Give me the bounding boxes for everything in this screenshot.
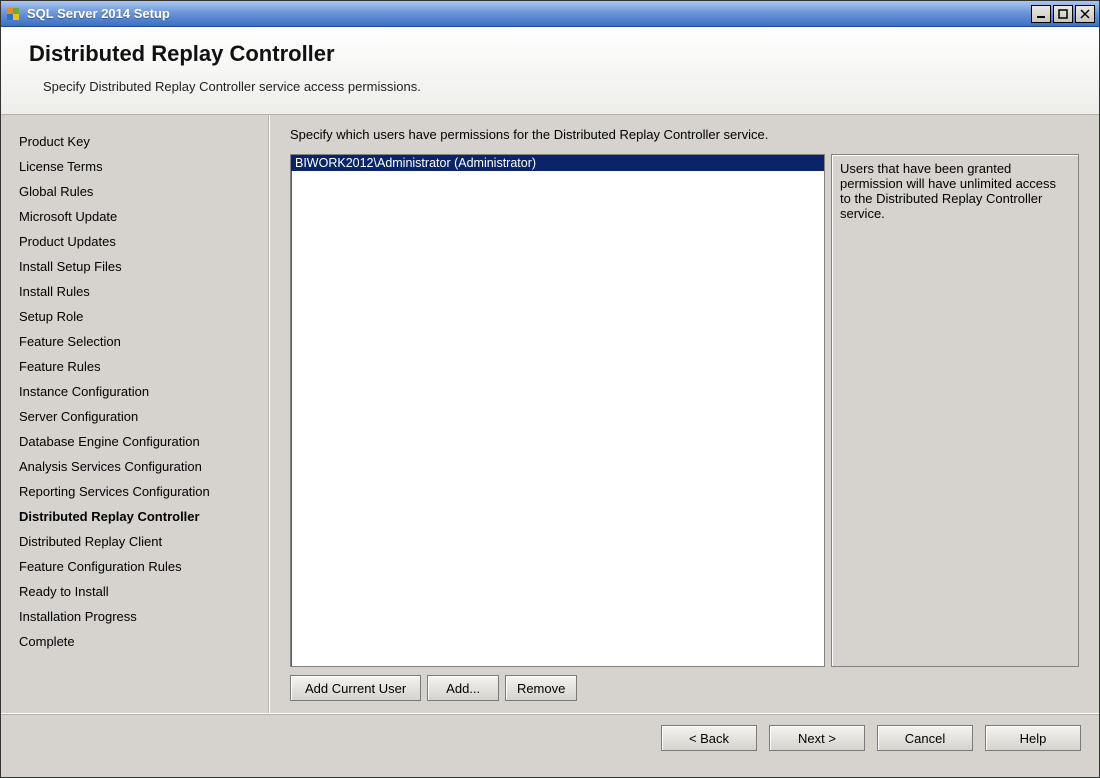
window-titlebar: SQL Server 2014 Setup: [1, 1, 1099, 27]
sidebar-item[interactable]: Feature Selection: [19, 329, 265, 354]
next-button[interactable]: Next >: [769, 725, 865, 751]
window-title: SQL Server 2014 Setup: [27, 6, 1031, 21]
app-icon: [5, 6, 21, 22]
sidebar-item[interactable]: Product Updates: [19, 229, 265, 254]
sidebar-item[interactable]: Distributed Replay Client: [19, 529, 265, 554]
wizard-footer: < Back Next > Cancel Help: [1, 715, 1099, 761]
body-region: Product Key License Terms Global Rules M…: [1, 115, 1099, 713]
sidebar-item[interactable]: Ready to Install: [19, 579, 265, 604]
main-pane: Specify which users have permissions for…: [270, 115, 1099, 713]
sidebar-item[interactable]: Microsoft Update: [19, 204, 265, 229]
add-button[interactable]: Add...: [427, 675, 499, 701]
sidebar-item[interactable]: Install Setup Files: [19, 254, 265, 279]
sidebar-item[interactable]: Feature Rules: [19, 354, 265, 379]
sidebar-item[interactable]: Database Engine Configuration: [19, 429, 265, 454]
permissions-row: BIWORK2012\Administrator (Administrator)…: [290, 154, 1079, 667]
sidebar-item[interactable]: Install Rules: [19, 279, 265, 304]
close-button[interactable]: [1075, 5, 1095, 23]
page-header: Distributed Replay Controller Specify Di…: [1, 27, 1099, 115]
remove-button[interactable]: Remove: [505, 675, 577, 701]
window-controls: [1031, 5, 1095, 23]
sidebar-item[interactable]: Instance Configuration: [19, 379, 265, 404]
page-title: Distributed Replay Controller: [29, 41, 1071, 67]
maximize-button[interactable]: [1053, 5, 1073, 23]
user-listbox[interactable]: BIWORK2012\Administrator (Administrator): [290, 154, 825, 667]
sidebar-item[interactable]: Reporting Services Configuration: [19, 479, 265, 504]
sidebar-item[interactable]: Global Rules: [19, 179, 265, 204]
cancel-button[interactable]: Cancel: [877, 725, 973, 751]
sidebar-item[interactable]: Server Configuration: [19, 404, 265, 429]
page-subtitle: Specify Distributed Replay Controller se…: [43, 79, 1071, 94]
sidebar-item-current[interactable]: Distributed Replay Controller: [19, 504, 265, 529]
back-button[interactable]: < Back: [661, 725, 757, 751]
list-item[interactable]: BIWORK2012\Administrator (Administrator): [291, 155, 824, 171]
sidebar-item[interactable]: Setup Role: [19, 304, 265, 329]
permission-actions: Add Current User Add... Remove: [290, 675, 1079, 701]
main-caption: Specify which users have permissions for…: [290, 127, 1079, 142]
sidebar-item[interactable]: Complete: [19, 629, 265, 654]
wizard-sidebar: Product Key License Terms Global Rules M…: [1, 115, 270, 713]
sidebar-item[interactable]: Analysis Services Configuration: [19, 454, 265, 479]
sidebar-item[interactable]: Feature Configuration Rules: [19, 554, 265, 579]
sidebar-item[interactable]: Product Key: [19, 129, 265, 154]
add-current-user-button[interactable]: Add Current User: [290, 675, 421, 701]
sidebar-item[interactable]: Installation Progress: [19, 604, 265, 629]
help-button[interactable]: Help: [985, 725, 1081, 751]
minimize-button[interactable]: [1031, 5, 1051, 23]
info-panel: Users that have been granted permission …: [831, 154, 1079, 667]
sidebar-item[interactable]: License Terms: [19, 154, 265, 179]
